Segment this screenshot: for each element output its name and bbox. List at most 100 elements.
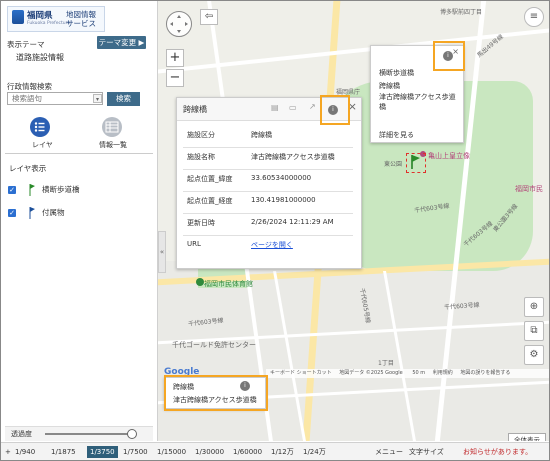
table-icon <box>105 121 119 133</box>
pan-arrows-icon <box>170 15 188 33</box>
layer-title: レイヤ表示 <box>9 164 47 173</box>
search-dropdown-icon[interactable]: ▾ <box>93 94 102 103</box>
blue-pin-icon <box>29 207 35 219</box>
locate-icon[interactable]: ⊕ <box>524 297 544 317</box>
attribute-row: 更新日時 2/26/2024 12:11:29 AM <box>183 213 353 236</box>
opacity-bar: 透過度 <box>5 426 153 441</box>
list-icon <box>34 122 45 132</box>
scale-option[interactable]: 1/60000 <box>233 446 262 458</box>
map-label-chiyo: 千代ゴールド免許センター <box>172 341 256 349</box>
sidebar-collapse-handle[interactable]: « <box>158 231 166 273</box>
logo-prefecture: 福岡県 <box>27 11 53 21</box>
attribute-row: 起点位置_経度 130.41981000000 <box>183 191 353 214</box>
tab-info-list-label: 情報一覧 <box>99 141 127 149</box>
search-button[interactable]: 検索 <box>107 92 140 106</box>
zoom-out-button[interactable]: − <box>166 69 184 87</box>
attribute-row: 施設名称 津古跨線橋アクセス歩道橋 <box>183 147 353 170</box>
logo-mark-icon <box>12 10 24 24</box>
scale-option[interactable]: 1/24万 <box>303 446 326 458</box>
green-pin-icon <box>29 184 35 196</box>
attribute-value: 津古跨線橋アクセス歩道橋 <box>251 153 335 161</box>
map-label: 1丁目 <box>378 360 394 367</box>
tab-layer[interactable] <box>30 117 50 137</box>
scale-option[interactable]: 1/7500 <box>123 446 148 458</box>
logo[interactable]: 福岡県 Fukuoka Prefecture 地図情報 サービス <box>7 6 105 32</box>
scale-option[interactable]: 1/30000 <box>195 446 224 458</box>
checkbox-checked-icon[interactable]: ✓ <box>8 209 16 217</box>
opacity-slider-handle[interactable] <box>127 429 137 439</box>
settings-gear-icon[interactable]: ⚙ <box>524 345 544 365</box>
green-pin-icon[interactable] <box>410 155 420 169</box>
attribute-row: URL ページを開く <box>183 235 353 257</box>
search-input[interactable] <box>7 92 103 105</box>
terms-link[interactable]: 利用規約 <box>433 370 453 376</box>
list-item[interactable]: 跨線橋 <box>379 81 400 92</box>
layer-label-crosswalk: 横断歩道橋 <box>42 185 80 194</box>
theme-value: 道路施設情報 <box>16 53 64 62</box>
layers-icon[interactable]: ⧉ <box>524 321 544 341</box>
logo-subname: Fukuoka Prefecture <box>27 21 71 26</box>
back-arrow-icon[interactable]: ⇦ <box>200 9 218 25</box>
attribute-row: 施設区分 跨線橋 <box>183 125 353 148</box>
print-icon[interactable]: ▤ <box>271 103 279 112</box>
map-label: 福岡市民 <box>515 185 543 193</box>
attribute-value: 跨線橋 <box>251 131 272 139</box>
map-attribution: キーボード ショートカット 地図データ ©2025 Google 50 m 利用… <box>266 369 549 378</box>
pan-control[interactable] <box>166 11 192 37</box>
menu-icon[interactable]: ≡ <box>524 7 544 27</box>
highlight-box <box>164 375 268 411</box>
checkbox-checked-icon[interactable]: ✓ <box>8 186 16 194</box>
layer-item-accessories[interactable]: ✓ 付属物 <box>8 207 148 219</box>
attribute-key: 起点位置_緯度 <box>187 175 233 183</box>
map-data-credit: 地図データ ©2025 Google <box>339 370 403 376</box>
table-icon[interactable]: ▭ <box>289 103 297 112</box>
theme-change-button[interactable]: テーマ変更 ▶ <box>97 36 146 49</box>
more-details-link[interactable]: 詳細を見る <box>379 130 414 140</box>
attribute-value: 2/26/2024 12:11:29 AM <box>251 218 334 226</box>
map-label-sports-hall: 福岡市民体育館 <box>204 280 253 288</box>
bottom-bar: + 1/940 1/1875 1/3750 1/7500 1/15000 1/3… <box>1 442 549 460</box>
sidebar: 福岡県 Fukuoka Prefecture 地図情報 サービス 表示テーマ テ… <box>1 1 158 441</box>
keyboard-shortcuts-link[interactable]: キーボード ショートカット <box>270 370 332 376</box>
notice-link[interactable]: お知らせがあります。 <box>463 446 532 458</box>
scale-option[interactable]: 1/940 <box>15 446 35 458</box>
map-label: 博多駅前四丁目 <box>440 9 483 16</box>
divider <box>5 153 153 154</box>
tab-layer-label: レイヤ <box>32 141 53 149</box>
attribute-key: 起点位置_経度 <box>187 197 233 205</box>
open-page-link[interactable]: ページを開く <box>251 240 293 250</box>
zoom-in-button[interactable]: + <box>166 49 184 67</box>
tab-info-list[interactable] <box>102 117 122 137</box>
list-item[interactable]: 横断歩道橋 <box>379 68 414 79</box>
scale-option-active[interactable]: 1/3750 <box>87 446 118 458</box>
attribute-key: 施設区分 <box>187 131 215 139</box>
attribute-value: 130.41981000000 <box>251 196 316 204</box>
share-icon[interactable]: ↗ <box>309 102 316 111</box>
scale-option[interactable]: + <box>5 446 11 458</box>
report-error-link[interactable]: 地図の誤りを報告する <box>460 370 510 376</box>
attribute-key: URL <box>187 240 201 248</box>
attribute-row: 起点位置_緯度 33.60534000000 <box>183 169 353 192</box>
opacity-slider-track[interactable] <box>45 433 133 435</box>
info-icon[interactable]: i <box>443 51 453 61</box>
scale-option[interactable]: 1/12万 <box>271 446 294 458</box>
theme-label: 表示テーマ <box>7 40 45 49</box>
layer-item-crosswalk[interactable]: ✓ 横断歩道橋 <box>8 184 148 196</box>
scale-option[interactable]: 1/1875 <box>51 446 76 458</box>
list-item[interactable]: 津古跨線橋アクセス歩道橋 <box>379 92 459 112</box>
attribute-key: 施設名称 <box>187 153 215 161</box>
text-size-link[interactable]: 文字サイズ <box>409 446 444 458</box>
scale-indicator: 50 m <box>412 370 426 376</box>
map-label-statue: 亀山上皇立像 <box>428 152 470 160</box>
menu-link[interactable]: メニュー <box>375 446 403 458</box>
info-icon[interactable]: i <box>240 381 250 391</box>
logo-service: 地図情報 サービス <box>66 10 96 28</box>
map-label: 東公園 <box>384 161 403 168</box>
scale-option[interactable]: 1/15000 <box>157 446 186 458</box>
map-area[interactable]: 博多駅前四丁目 福岡県庁 東公園 亀山上皇立像 福岡市民 福岡市民体育館 千代ゴ… <box>158 1 549 441</box>
attribute-popup-title: 跨線橋 <box>183 105 207 114</box>
poi-marker-icon[interactable] <box>196 278 204 286</box>
attribute-value: 33.60534000000 <box>251 174 312 182</box>
info-icon[interactable]: i <box>328 105 338 115</box>
fullscreen-button[interactable]: 全体表示 <box>508 433 546 441</box>
